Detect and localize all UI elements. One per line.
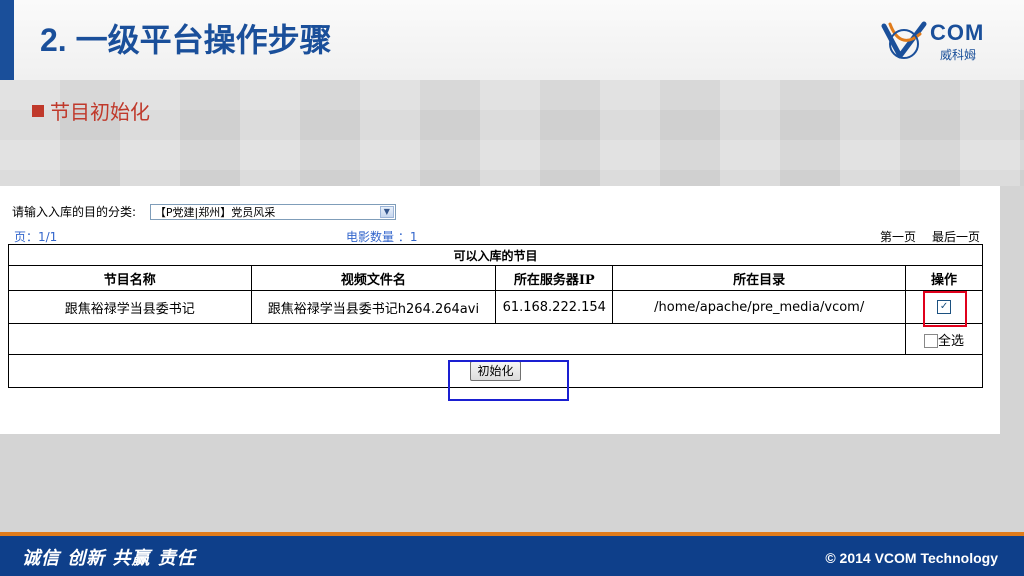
category-row: 请输入入库的目的分类: 【P党建|郑州】党员风采 ▼: [12, 202, 396, 220]
background-lower: [0, 434, 1024, 532]
column-header-name: 节目名称: [8, 265, 252, 291]
section-heading: 节目初始化: [32, 96, 150, 125]
column-header-dir: 所在目录: [612, 265, 907, 291]
background-right: [1000, 186, 1024, 434]
select-all-cell: 全选: [905, 323, 983, 355]
logo-subtext: 威科姆: [940, 48, 977, 62]
column-header-action: 操作: [905, 265, 983, 291]
chevron-down-icon[interactable]: ▼: [379, 205, 394, 218]
select-all-checkbox[interactable]: [924, 334, 939, 348]
button-highlight-box: [448, 360, 569, 401]
vcom-v-mark-icon: [881, 21, 927, 59]
directory-cell: /home/apache/pre_media/vcom/: [612, 290, 907, 324]
slide-footer: 诚信 创新 共赢 责任 © 2014 VCOM Technology: [0, 536, 1024, 576]
table-row: 跟焦裕禄学当县委书记 跟焦裕禄学当县委书记h264.264avi 61.168.…: [8, 290, 983, 324]
slide-header: 2. 一级平台操作步骤 COM 威科姆: [0, 0, 1024, 80]
program-name-cell: 跟焦裕禄学当县委书记: [8, 290, 252, 324]
empty-cell: [7, 323, 907, 355]
column-header-file: 视频文件名: [250, 265, 497, 291]
movie-count: 电影数量 ：1: [346, 230, 418, 244]
table-caption: 可以入库的节目: [8, 244, 983, 266]
header-accent-bar: [0, 0, 14, 80]
column-header-ip: 所在服务器IP: [495, 265, 614, 291]
category-select[interactable]: 【P党建|郑州】党员风采 ▼: [149, 203, 396, 220]
slide-title: 2. 一级平台操作步骤: [40, 22, 332, 58]
server-ip-cell: 61.168.222.154: [495, 290, 614, 324]
footer-slogan: 诚信 创新 共赢 责任: [22, 548, 196, 569]
bullet-square-icon: [32, 105, 44, 117]
first-page-link[interactable]: 第一页: [880, 230, 916, 244]
logo-text: COM: [930, 20, 985, 45]
section-heading-text: 节目初始化: [50, 100, 150, 124]
video-file-cell: 跟焦裕禄学当县委书记h264.264avi: [250, 290, 497, 324]
category-selected-value: 【P党建|郑州】党员风采: [154, 205, 276, 219]
page-info: 页：1/1: [14, 230, 58, 244]
checkbox-highlight-box: [923, 291, 967, 327]
last-page-link[interactable]: 最后一页: [932, 230, 980, 244]
footer-copyright: © 2014 VCOM Technology: [825, 550, 998, 566]
category-label: 请输入入库的目的分类:: [12, 204, 137, 219]
pagination-links: 第一页 最后一页: [864, 228, 980, 245]
background-band: [0, 80, 1024, 186]
vcom-logo: COM 威科姆: [880, 18, 998, 64]
select-all-label[interactable]: 全选: [938, 334, 964, 349]
